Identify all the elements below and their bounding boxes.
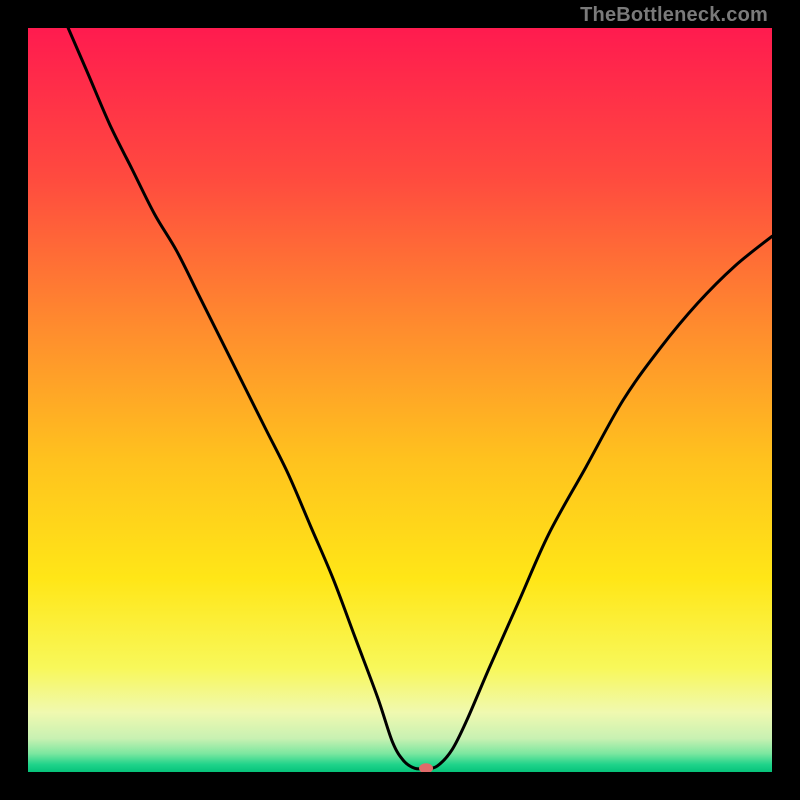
plot-area — [28, 28, 772, 772]
gradient-background — [28, 28, 772, 772]
chart-svg — [28, 28, 772, 772]
chart-frame: TheBottleneck.com — [0, 0, 800, 800]
watermark-text: TheBottleneck.com — [580, 4, 768, 27]
